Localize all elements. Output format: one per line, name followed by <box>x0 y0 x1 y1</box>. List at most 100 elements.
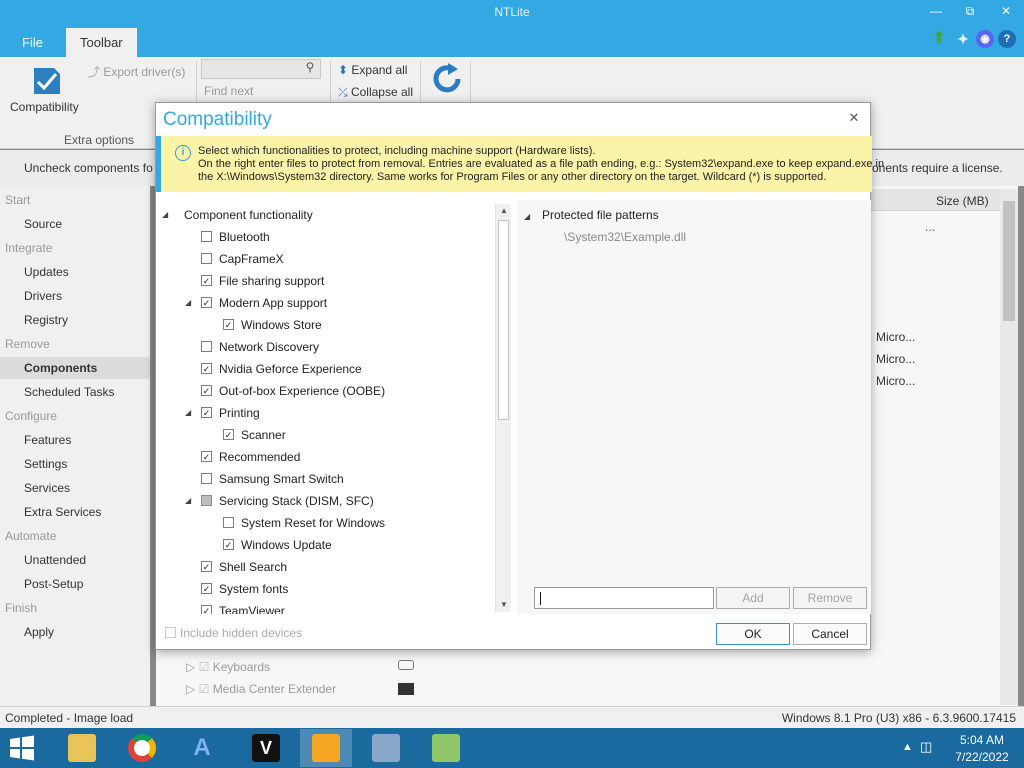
checkbox-icon[interactable] <box>201 341 212 352</box>
sidebar-item-unattended[interactable]: Unattended <box>0 549 150 571</box>
taskbar-app-notepad[interactable] <box>420 729 472 767</box>
dialog-close-icon[interactable]: ✕ <box>846 110 862 126</box>
sidebar-item-settings[interactable]: Settings <box>0 453 150 475</box>
cancel-button[interactable]: Cancel <box>793 623 867 645</box>
tree-item[interactable]: ✓ Out-of-box Experience (OOBE) <box>159 381 489 401</box>
taskbar-app-a[interactable]: A <box>176 729 228 767</box>
tree-item[interactable]: ✓ TeamViewer <box>159 601 489 614</box>
sidebar-item-registry[interactable]: Registry <box>0 309 150 331</box>
checkbox-icon[interactable]: ✓ <box>223 429 234 440</box>
tree-item[interactable]: ✓ Windows Update <box>159 535 489 555</box>
clock-date[interactable]: 7/22/2022 <box>952 750 1012 764</box>
maximize-icon[interactable]: ⧉ <box>960 4 980 20</box>
checkbox-icon[interactable]: ✓ <box>201 583 212 594</box>
tree-item[interactable]: ✓ System fonts <box>159 579 489 599</box>
expand-all-button[interactable]: ⬍ Expand all <box>338 63 407 77</box>
collapse-arrow-icon[interactable]: ◢ <box>162 211 170 219</box>
collapse-arrow-icon[interactable]: ◢ <box>524 212 530 221</box>
sidebar-item-drivers[interactable]: Drivers <box>0 285 150 307</box>
sidebar-item-scheduled-tasks[interactable]: Scheduled Tasks <box>0 381 150 403</box>
sidebar-item-post-setup[interactable]: Post-Setup <box>0 573 150 595</box>
ok-button[interactable]: OK <box>716 623 790 645</box>
checkbox-icon[interactable]: ✓ <box>223 539 234 550</box>
minimize-icon[interactable]: — <box>926 4 946 20</box>
sidebar-item-features[interactable]: Features <box>0 429 150 451</box>
size-column-header[interactable]: Size (MB) <box>936 194 989 208</box>
checkbox-icon[interactable] <box>201 231 212 242</box>
windows-start-icon[interactable] <box>6 734 38 762</box>
discord-icon[interactable]: ◉ <box>976 30 994 48</box>
checkbox-icon[interactable]: ✓ <box>201 385 212 396</box>
expand-arrow-icon[interactable]: ▷ <box>186 682 195 696</box>
tree-item[interactable]: ◢ Servicing Stack (DISM, SFC) <box>159 491 489 511</box>
taskbar-app-v[interactable]: V <box>240 729 292 767</box>
collapse-arrow-icon[interactable]: ◢ <box>185 409 193 417</box>
help-icon[interactable]: ? <box>998 30 1016 48</box>
taskbar-file-explorer[interactable] <box>56 729 108 767</box>
checkbox-icon[interactable]: ✓ <box>201 275 212 286</box>
remove-button[interactable]: Remove <box>793 587 867 609</box>
pattern-input[interactable] <box>534 587 714 609</box>
tree-item[interactable]: ✓ Recommended <box>159 447 489 467</box>
sidebar-item-components[interactable]: Components <box>0 357 150 379</box>
sidebar-item-source[interactable]: Source <box>0 213 150 235</box>
tree-item[interactable]: ✓ Windows Store <box>159 315 489 335</box>
tree-item-keyboards[interactable]: ▷ ☑ Keyboards <box>186 660 270 674</box>
network-icon[interactable]: ◫ <box>920 739 932 755</box>
find-next-button[interactable]: Find next <box>204 84 253 98</box>
scrollbar-thumb[interactable] <box>1003 201 1015 321</box>
checkbox-icon[interactable] <box>165 627 176 638</box>
checkbox-icon[interactable]: ✓ <box>201 451 212 462</box>
checkbox-icon[interactable] <box>201 253 212 264</box>
tree-item[interactable]: Network Discovery <box>159 337 489 357</box>
tree-item[interactable]: Samsung Smart Switch <box>159 469 489 489</box>
component-functionality-tree[interactable]: ◢ Component functionality Bluetooth CapFr… <box>159 200 509 614</box>
tree-scrollbar[interactable]: ▲ ▼ <box>495 204 511 612</box>
checkbox-icon[interactable]: ✓ <box>201 297 212 308</box>
checkbox-icon[interactable]: ☑ <box>199 682 210 696</box>
compatibility-button[interactable]: Compatibility <box>4 60 94 120</box>
refresh-icon[interactable] <box>428 60 466 98</box>
export-drivers-button[interactable]: ⤴ Export driver(s) <box>88 63 185 80</box>
protected-pattern-example[interactable]: \System32\Example.dll <box>564 230 686 244</box>
taskbar-app-installer[interactable] <box>360 729 412 767</box>
tree-item[interactable]: ◢ ✓ Printing <box>159 403 489 423</box>
add-button[interactable]: Add <box>716 587 790 609</box>
tree-item[interactable]: ✓ Scanner <box>159 425 489 445</box>
tree-item-media-center-extender[interactable]: ▷ ☑ Media Center Extender <box>186 682 336 696</box>
checkbox-icon[interactable] <box>201 473 212 484</box>
checkbox-icon[interactable]: ✓ <box>201 561 212 572</box>
checkbox-icon[interactable]: ✓ <box>223 319 234 330</box>
sidebar-item-services[interactable]: Services <box>0 477 150 499</box>
tree-item[interactable]: ✓ Shell Search <box>159 557 489 577</box>
collapse-arrow-icon[interactable]: ◢ <box>185 497 193 505</box>
protected-patterns-header[interactable]: ◢ Protected file patterns <box>524 208 659 222</box>
sidebar-item-updates[interactable]: Updates <box>0 261 150 283</box>
checkbox-icon[interactable]: ✓ <box>201 407 212 418</box>
search-icon[interactable]: ⚲ <box>300 60 320 78</box>
collapse-all-button[interactable]: ⤰ Collapse all <box>338 85 413 100</box>
sidebar-item-extra-services[interactable]: Extra Services <box>0 501 150 523</box>
extra-options-label[interactable]: Extra options <box>64 133 134 147</box>
menu-file[interactable]: File <box>8 28 57 57</box>
twitter-icon[interactable]: ✦ <box>954 30 972 48</box>
checkbox-icon[interactable]: ✓ <box>201 605 212 614</box>
close-icon[interactable]: ✕ <box>996 4 1016 20</box>
taskbar-chrome[interactable] <box>116 729 168 767</box>
update-arrow-icon[interactable]: ⬆ <box>930 30 948 48</box>
expand-arrow-icon[interactable]: ▷ <box>186 660 195 674</box>
tree-item[interactable]: ◢ ✓ Modern App support <box>159 293 489 313</box>
scroll-up-icon[interactable]: ▲ <box>498 205 510 217</box>
tree-scrollbar-thumb[interactable] <box>498 220 509 420</box>
checkbox-icon[interactable]: ✓ <box>201 363 212 374</box>
menu-toolbar[interactable]: Toolbar <box>66 28 137 57</box>
components-scrollbar[interactable] <box>1000 189 1018 705</box>
tree-item[interactable]: ✓ Nvidia Geforce Experience <box>159 359 489 379</box>
sidebar-item-apply[interactable]: Apply <box>0 621 150 643</box>
taskbar-ntlite[interactable] <box>300 729 352 767</box>
tree-item[interactable]: ✓ File sharing support <box>159 271 489 291</box>
tree-item[interactable]: Bluetooth <box>159 227 489 247</box>
tree-item[interactable]: CapFrameX <box>159 249 489 269</box>
clock-time[interactable]: 5:04 AM <box>952 733 1012 747</box>
collapse-arrow-icon[interactable]: ◢ <box>185 299 193 307</box>
